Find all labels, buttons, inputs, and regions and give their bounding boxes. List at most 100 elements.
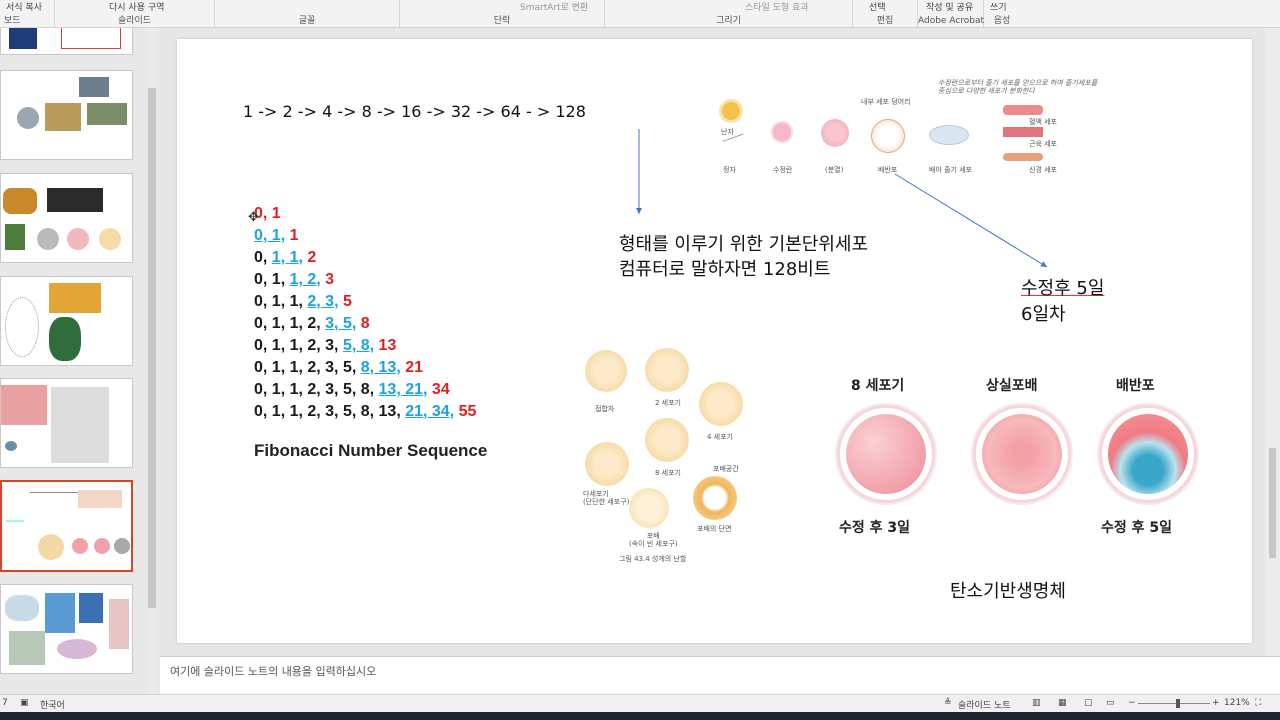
ribbon-group-label: 글꼴 — [298, 16, 316, 26]
stem-cell-diagram[interactable]: 수정란으로부터 줄기 세포를 얻으므로 하여 줄기세포를 중심으로 다양한 세포… — [713, 79, 1113, 189]
zygote-cell — [585, 350, 627, 392]
slide-canvas[interactable]: 1 -> 2 -> 4 -> 8 -> 16 -> 32 -> 64 - > 1… — [177, 39, 1252, 643]
cleavage-label: 포배의 단면 — [697, 525, 732, 533]
cleavage-diagram[interactable]: 접합자 2 세포기 4 세포기 8 세포기 다세포기 (단단한 세포구) 포배공… — [581, 344, 771, 564]
eight-cell-embryo[interactable] — [837, 405, 935, 503]
select-button[interactable]: 선택 — [869, 0, 886, 13]
fit-to-window-icon[interactable]: ⛶ — [1255, 698, 1261, 708]
diagram-label: 배아 줄기 세포 — [929, 166, 973, 174]
notes-icon[interactable]: ≜ — [944, 698, 952, 708]
zoom-slider[interactable] — [1138, 703, 1210, 704]
embryo-caption: 수정 후 3일 — [839, 520, 911, 536]
diagram-label: 혈액 세포 — [1029, 118, 1057, 126]
slide-thumbnail-panel[interactable] — [0, 28, 160, 694]
ribbon-group-editing[interactable]: 선택 편집 — [853, 0, 918, 28]
cell-description-line2[interactable]: 컴퓨터로 말하자면 128비트 — [619, 255, 830, 281]
cleavage-caption: 그림 43.4 성게의 난할 — [619, 555, 687, 563]
thumb-figure — [5, 441, 17, 451]
scrollbar-thumb[interactable] — [1269, 448, 1276, 558]
dividing-cell — [821, 119, 849, 147]
spellcheck-icon[interactable]: ▣ — [20, 698, 29, 708]
thumb-figure — [30, 492, 80, 498]
two-cell-stage — [645, 348, 689, 392]
create-share-button[interactable]: 작성 및 공유 — [926, 0, 973, 13]
slide-number: 7 — [2, 698, 8, 708]
ribbon-group-paragraph[interactable]: SmartArt로 변환 단락 — [400, 0, 605, 28]
thumb-figure — [45, 593, 75, 633]
ribbon-group-label: 음성 — [993, 16, 1011, 26]
thumb-figure — [37, 228, 59, 250]
thumb-figure — [3, 188, 37, 214]
ribbon-group-acrobat[interactable]: 작성 및 공유 Adobe Acrobat — [918, 0, 984, 28]
slide-thumbnail[interactable] — [0, 584, 133, 674]
diagram-label: 수정란 — [773, 166, 793, 174]
thumb-figure — [79, 77, 109, 97]
ribbon-group-clipboard[interactable]: 서식 복사 보드 — [0, 0, 55, 28]
ribbon-group-font[interactable]: 글꼴 — [215, 0, 400, 28]
dictate-button[interactable]: 쓰기 — [990, 0, 1007, 13]
ribbon-group-slides[interactable]: 다시 사용 구역 슬라이드 — [55, 0, 215, 28]
slide-scrollbar[interactable] — [1265, 28, 1280, 656]
fib-row: 0, 1, 1, 2, 3 — [254, 271, 335, 288]
fib-row: 0, 1, 1 — [254, 227, 299, 244]
notes-pane[interactable]: 여기에 슬라이드 노트의 내용을 입력하십시오 — [160, 656, 1280, 694]
cleavage-label: 다세포기 (단단한 세포구) — [583, 490, 630, 506]
notes-toggle-button[interactable]: 슬라이드 노트 — [958, 698, 1011, 711]
petri-dish — [929, 125, 969, 145]
handwritten-note: 수정란으로부터 줄기 세포를 얻으므로 하여 줄기세포를 중심으로 다양한 세포… — [938, 79, 1098, 95]
slide-thumbnail-current[interactable] — [0, 480, 133, 572]
thumb-figure — [6, 504, 24, 544]
zoom-out-icon[interactable]: − — [1128, 698, 1136, 708]
days-after-fertilization-line1[interactable]: 수정후 5일 — [1021, 274, 1104, 300]
slide-thumbnail[interactable] — [0, 276, 133, 366]
thumb-figure — [87, 103, 127, 125]
diagram-label: 배반포 — [878, 166, 898, 174]
thumb-figure — [5, 595, 39, 621]
reading-view-icon[interactable]: ▢ — [1084, 698, 1093, 708]
morula-embryo[interactable] — [973, 405, 1071, 503]
thumb-figure — [109, 599, 129, 649]
blastula-section — [693, 476, 737, 520]
thumb-figure — [51, 387, 109, 463]
thumb-figure — [78, 490, 122, 508]
blastocyst-embryo[interactable] — [1099, 405, 1197, 503]
reuse-slides-button[interactable]: 다시 사용 구역 — [109, 0, 164, 13]
carbon-based-life-text[interactable]: 탄소기반생명체 — [950, 577, 1066, 603]
slide-editor: 1 -> 2 -> 4 -> 8 -> 16 -> 32 -> 64 - > 1… — [160, 28, 1265, 656]
ribbon-group-voice[interactable]: 쓰기 음성 — [984, 0, 1020, 28]
slideshow-icon[interactable]: ▭ — [1106, 698, 1115, 708]
ribbon-group-drawing[interactable]: 스타일 도형 효과 그리기 — [605, 0, 853, 28]
muscle-cell-figure — [1003, 127, 1043, 137]
thumb-figure — [99, 228, 121, 250]
fibonacci-title[interactable]: Fibonacci Number Sequence — [254, 441, 487, 461]
ribbon-group-label: 보드 — [4, 16, 21, 26]
scrollbar-thumb[interactable] — [148, 88, 156, 608]
shape-styles-button[interactable]: 스타일 도형 효과 — [745, 0, 809, 13]
slide-thumbnail[interactable] — [0, 173, 133, 263]
thumbnail-scrollbar[interactable] — [148, 28, 156, 694]
thumb-figure — [9, 631, 45, 665]
normal-view-icon[interactable]: ▥ — [1032, 698, 1041, 708]
days-after-fertilization-line2[interactable]: 6일차 — [1021, 300, 1066, 326]
cell-description-line1[interactable]: 형태를 이루기 위한 기본단위세포 — [619, 230, 868, 256]
zoom-level[interactable]: 121% — [1224, 698, 1250, 708]
thumb-figure — [79, 593, 103, 623]
zoom-slider-handle[interactable] — [1176, 699, 1180, 708]
thumb-figure — [61, 28, 121, 49]
cleavage-label: 포배공간 — [713, 465, 739, 473]
diagram-label: 신경 세포 — [1029, 166, 1057, 174]
fib-row: 0, 1, 1, 2, 3, 5, 8, 13, 21, 34, 55 — [254, 403, 477, 420]
slide-thumbnail[interactable] — [0, 378, 133, 468]
format-painter-button[interactable]: 서식 복사 — [6, 0, 42, 13]
cleavage-label: 접합자 — [595, 405, 615, 413]
slide-sorter-icon[interactable]: ▦ — [1058, 698, 1067, 708]
notes-placeholder[interactable]: 여기에 슬라이드 노트의 내용을 입력하십시오 — [170, 663, 376, 679]
slide-thumbnail[interactable] — [0, 70, 133, 160]
language-indicator[interactable]: 한국어 — [40, 698, 65, 711]
ribbon-group-label: 편집 — [876, 16, 894, 26]
smartart-button[interactable]: SmartArt로 변환 — [520, 0, 588, 13]
slide-thumbnail[interactable] — [0, 28, 133, 55]
cleavage-label: 포배 (속이 빈 세포구) — [629, 532, 678, 548]
zoom-in-icon[interactable]: + — [1212, 698, 1220, 708]
status-bar: 7 ▣ 한국어 ≜ 슬라이드 노트 ▥ ▦ ▢ ▭ − + 121% ⛶ — [0, 694, 1280, 712]
